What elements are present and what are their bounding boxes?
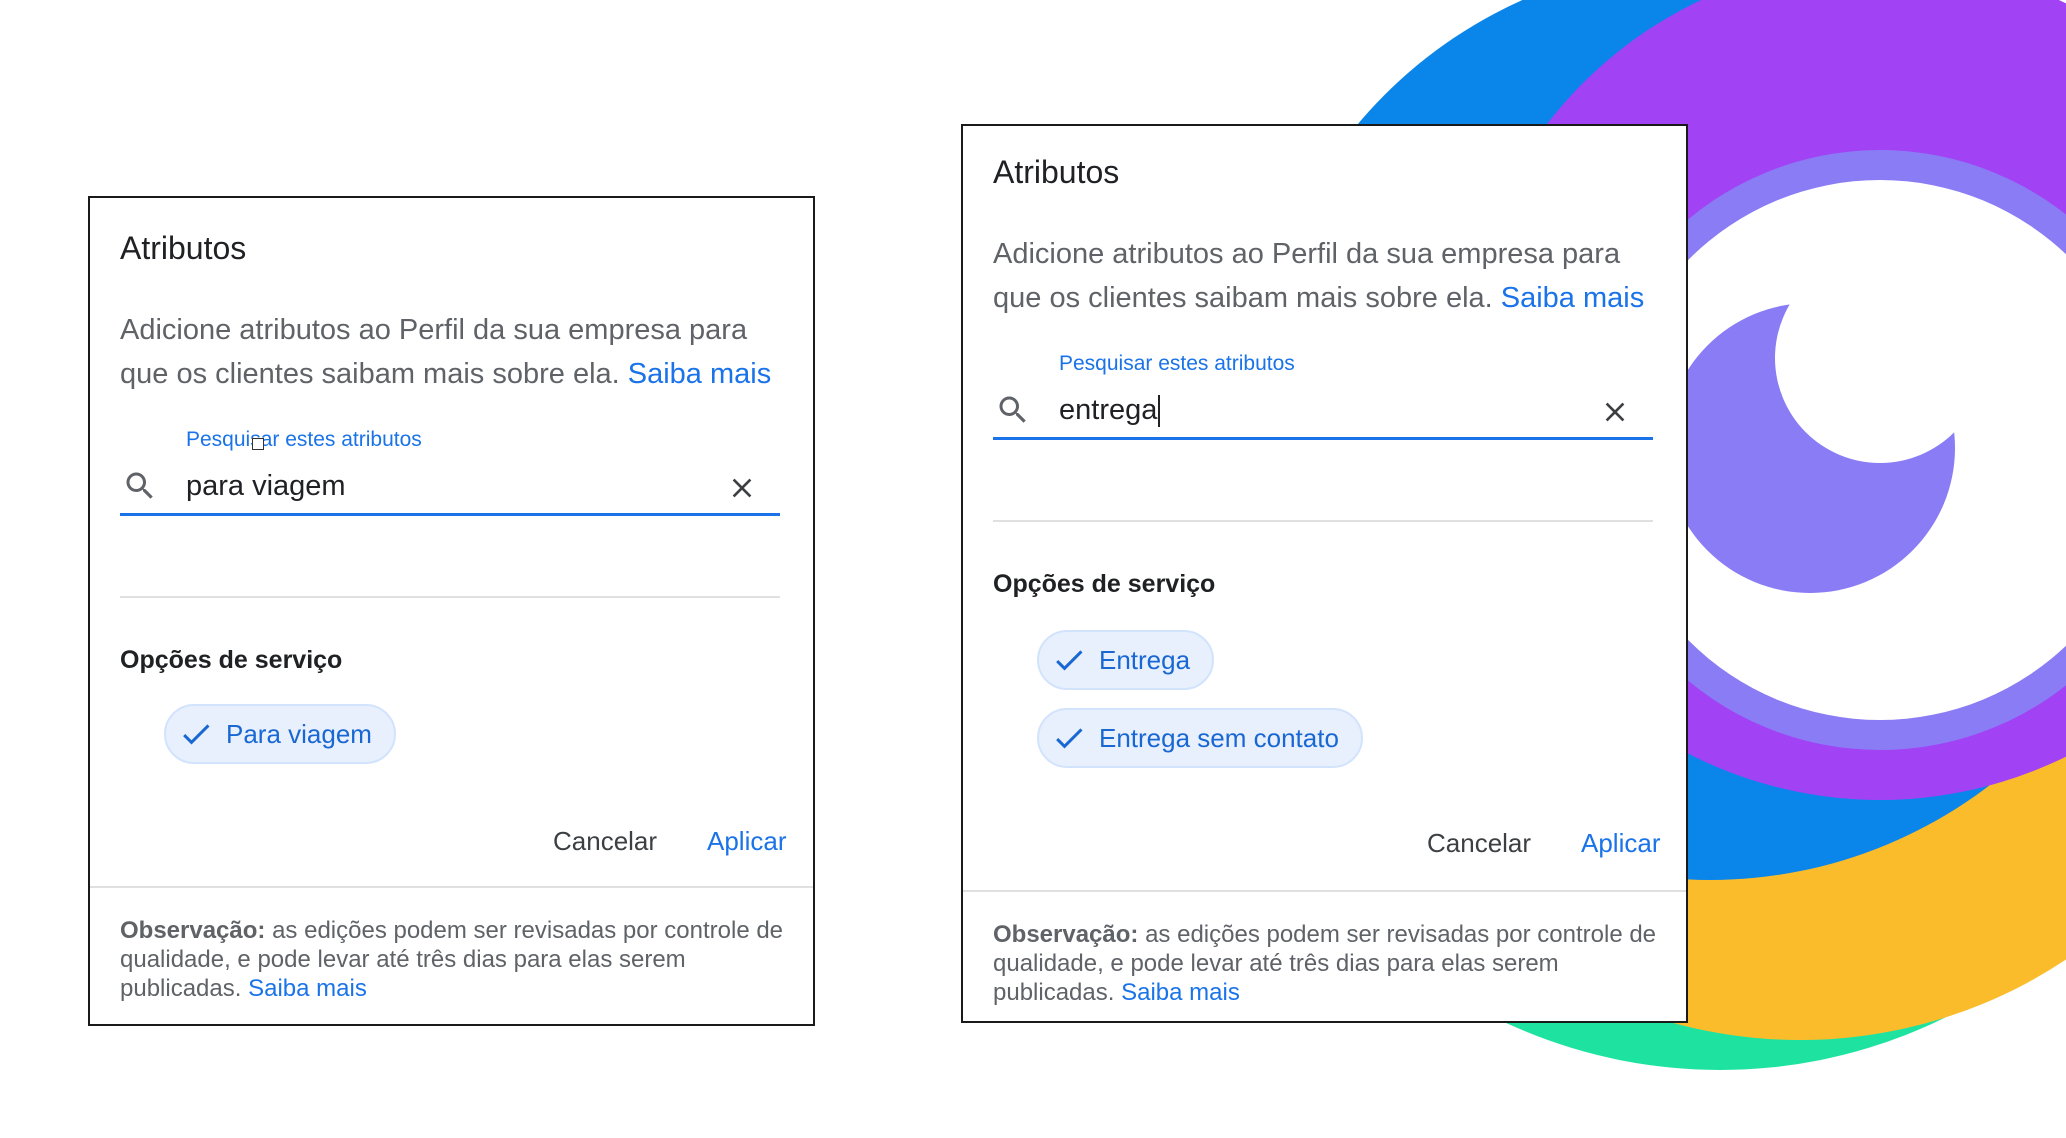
dialog-title: Atributos — [993, 154, 1120, 190]
attributes-dialog-left: Atributos Adicione atributos ao Perfil d… — [88, 196, 815, 1026]
footer-note: Observação: as edições podem ser revisad… — [120, 917, 784, 1002]
chip-label: Entrega — [1099, 644, 1191, 675]
note-learn-more-link[interactable]: Saiba mais — [1121, 979, 1240, 1006]
decor-white-dot — [1775, 253, 1985, 463]
footer-note: Observação: as edições podem ser revisad… — [993, 921, 1657, 1006]
divider — [993, 520, 1653, 522]
text-caret — [1158, 395, 1161, 428]
search-icon — [126, 472, 153, 499]
apply-button[interactable]: Aplicar — [707, 826, 786, 857]
section-title-service-options: Opções de serviço — [120, 646, 343, 674]
note-label: Observação: — [993, 921, 1139, 948]
learn-more-link[interactable]: Saiba mais — [628, 358, 771, 390]
search-label: Pesquisar estes atributos — [186, 428, 422, 451]
search-icon — [999, 396, 1026, 423]
note-label: Observação: — [120, 917, 266, 944]
footer-divider — [963, 890, 1686, 892]
search-input[interactable] — [186, 464, 686, 508]
check-icon — [1056, 650, 1083, 671]
chip-entrega-sem-contato[interactable]: Entrega sem contato — [1037, 708, 1363, 768]
apply-button[interactable]: Aplicar — [1581, 828, 1660, 859]
note-learn-more-link[interactable]: Saiba mais — [248, 975, 367, 1002]
section-title-service-options: Opções de serviço — [993, 570, 1216, 598]
chip-entrega[interactable]: Entrega — [1037, 630, 1215, 690]
chip-para-viagem[interactable]: Para viagem — [164, 704, 396, 764]
check-icon — [1056, 728, 1083, 749]
chip-label: Para viagem — [226, 718, 372, 749]
attributes-dialog-right: Atributos Adicione atributos ao Perfil d… — [961, 124, 1688, 1023]
divider — [120, 596, 780, 598]
learn-more-link[interactable]: Saiba mais — [1501, 282, 1644, 314]
dialog-description: Adicione atributos ao Perfil da sua empr… — [993, 238, 1645, 314]
chip-label: Entrega sem contato — [1099, 722, 1339, 753]
cancel-button[interactable]: Cancelar — [1427, 828, 1531, 859]
search-field[interactable] — [120, 464, 780, 516]
dialog-description: Adicione atributos ao Perfil da sua empr… — [120, 314, 772, 390]
cancel-button[interactable]: Cancelar — [553, 826, 657, 857]
footer-divider — [90, 886, 813, 888]
search-input[interactable]: entrega — [1059, 388, 1559, 432]
mouse-cursor — [252, 438, 264, 450]
search-field[interactable]: entrega — [993, 388, 1653, 440]
check-icon — [183, 724, 210, 745]
search-label: Pesquisar estes atributos — [1059, 352, 1295, 375]
clear-icon[interactable] — [1599, 396, 1631, 428]
dialog-title: Atributos — [120, 230, 247, 266]
clear-icon[interactable] — [726, 472, 758, 504]
